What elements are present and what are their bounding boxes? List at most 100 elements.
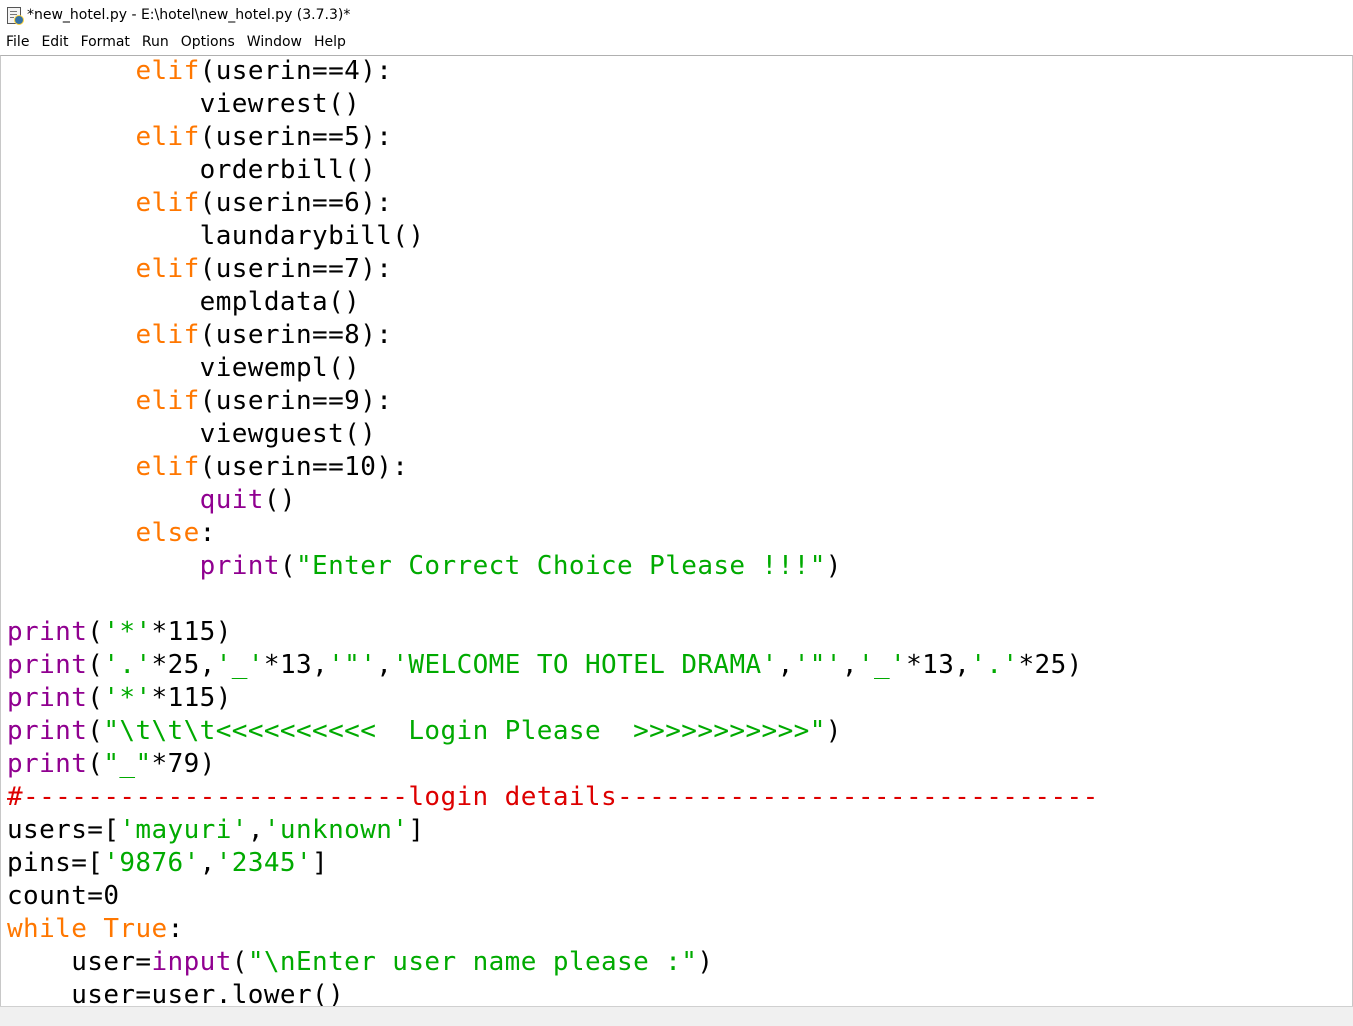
code-token-builtin: print: [7, 617, 88, 647]
code-token-normal: [7, 485, 200, 515]
code-token-normal: (: [87, 683, 104, 713]
code-token-normal: :: [167, 914, 184, 944]
code-line[interactable]: quit(): [7, 484, 1099, 517]
code-token-normal: (: [87, 716, 104, 746]
code-line[interactable]: orderbill(): [7, 154, 1099, 187]
code-token-normal: (userin==4):: [199, 56, 393, 86]
code-token-normal: (: [279, 551, 296, 581]
status-bar: [0, 1006, 1353, 1026]
code-token-normal: (: [231, 947, 248, 977]
code-token-string: '*': [103, 617, 152, 647]
code-line[interactable]: while True:: [7, 913, 1099, 946]
menu-options[interactable]: Options: [175, 30, 241, 54]
code-token-normal: users=[: [7, 815, 120, 845]
code-token-normal: empldata(): [7, 287, 361, 317]
code-token-normal: (: [87, 650, 104, 680]
code-token-keyword: elif: [135, 188, 200, 218]
code-token-normal: [7, 386, 135, 416]
code-token-string: 'unknown': [263, 815, 409, 845]
code-token-string: '9876': [103, 848, 200, 878]
code-token-keyword: while: [7, 914, 88, 944]
code-token-normal: :: [199, 518, 216, 548]
code-token-normal: *115): [151, 617, 232, 647]
code-line[interactable]: print("Enter Correct Choice Please !!!"): [7, 550, 1099, 583]
code-line[interactable]: print('.'*25,'_'*13,'"','WELCOME TO HOTE…: [7, 649, 1099, 682]
python-file-icon[interactable]: [5, 6, 24, 25]
code-token-keyword: elif: [135, 56, 200, 86]
code-token-normal: pins=[: [7, 848, 104, 878]
code-token-string: "\nEnter user name please :": [247, 947, 698, 977]
code-token-normal: [7, 122, 135, 152]
menu-run[interactable]: Run: [136, 30, 175, 54]
code-token-builtin: print: [199, 551, 280, 581]
code-line[interactable]: print("\t\t\t<<<<<<<<<< Login Please >>>…: [7, 715, 1099, 748]
code-token-normal: ,: [199, 848, 216, 878]
code-token-normal: [7, 551, 200, 581]
code-token-normal: viewrest(): [7, 89, 361, 119]
code-line[interactable]: elif(userin==6):: [7, 187, 1099, 220]
code-token-normal: (userin==7):: [199, 254, 393, 284]
code-token-keyword: else: [135, 518, 200, 548]
code-token-normal: laundarybill(): [7, 221, 425, 251]
code-line[interactable]: print("_"*79): [7, 748, 1099, 781]
code-line[interactable]: users=['mayuri','unknown']: [7, 814, 1099, 847]
code-token-string: '"': [328, 650, 377, 680]
code-line[interactable]: elif(userin==4):: [7, 56, 1099, 88]
code-line[interactable]: print('*'*115): [7, 616, 1099, 649]
code-token-keyword: elif: [135, 452, 200, 482]
code-token-normal: (userin==5):: [199, 122, 393, 152]
code-text-area[interactable]: elif(userin==4): viewrest() elif(userin=…: [7, 56, 1099, 1006]
code-token-normal: [87, 914, 103, 944]
code-token-normal: ,: [376, 650, 393, 680]
code-line[interactable]: laundarybill(): [7, 220, 1099, 253]
code-line[interactable]: elif(userin==8):: [7, 319, 1099, 352]
code-line[interactable]: elif(userin==7):: [7, 253, 1099, 286]
code-token-normal: *25,: [151, 650, 216, 680]
code-line[interactable]: viewguest(): [7, 418, 1099, 451]
code-token-string: '.': [970, 650, 1019, 680]
code-line[interactable]: viewempl(): [7, 352, 1099, 385]
code-line[interactable]: #------------------------login details--…: [7, 781, 1099, 814]
code-line[interactable]: print('*'*115): [7, 682, 1099, 715]
code-token-builtin: print: [7, 716, 88, 746]
code-line[interactable]: count=0: [7, 880, 1099, 913]
code-token-normal: ): [825, 716, 842, 746]
code-line[interactable]: elif(userin==5):: [7, 121, 1099, 154]
code-line[interactable]: elif(userin==10):: [7, 451, 1099, 484]
code-token-normal: (: [87, 617, 104, 647]
code-token-normal: orderbill(): [7, 155, 377, 185]
code-token-string: '_': [857, 650, 907, 680]
menu-help[interactable]: Help: [308, 30, 352, 54]
code-line[interactable]: [7, 583, 1099, 616]
code-line[interactable]: user=input("\nEnter user name please :"): [7, 946, 1099, 979]
code-line[interactable]: user=user.lower(): [7, 979, 1099, 1006]
code-token-normal: [7, 320, 135, 350]
menu-edit[interactable]: Edit: [35, 30, 74, 54]
menu-window[interactable]: Window: [241, 30, 308, 54]
code-token-builtin: print: [7, 683, 88, 713]
code-token-normal: *115): [151, 683, 232, 713]
code-token-keyword: elif: [135, 254, 200, 284]
code-line[interactable]: empldata(): [7, 286, 1099, 319]
code-line[interactable]: pins=['9876','2345']: [7, 847, 1099, 880]
code-token-normal: viewempl(): [7, 353, 361, 383]
code-editor[interactable]: elif(userin==4): viewrest() elif(userin=…: [0, 55, 1353, 1006]
code-token-normal: ]: [408, 815, 425, 845]
code-line[interactable]: viewrest(): [7, 88, 1099, 121]
code-line[interactable]: elif(userin==9):: [7, 385, 1099, 418]
code-token-normal: [7, 188, 135, 218]
code-token-string: '*': [103, 683, 152, 713]
code-token-builtin: print: [7, 650, 88, 680]
code-token-builtin: quit: [199, 485, 264, 515]
code-token-normal: [7, 56, 135, 86]
menu-format[interactable]: Format: [75, 30, 136, 54]
code-token-builtin: input: [151, 947, 232, 977]
code-token-string: '.': [103, 650, 152, 680]
code-token-normal: (userin==8):: [199, 320, 393, 350]
code-token-string: '"': [793, 650, 842, 680]
code-token-normal: ,: [247, 815, 264, 845]
code-token-normal: [7, 254, 135, 284]
code-token-normal: (): [263, 485, 296, 515]
menu-file[interactable]: File: [0, 30, 35, 54]
code-line[interactable]: else:: [7, 517, 1099, 550]
